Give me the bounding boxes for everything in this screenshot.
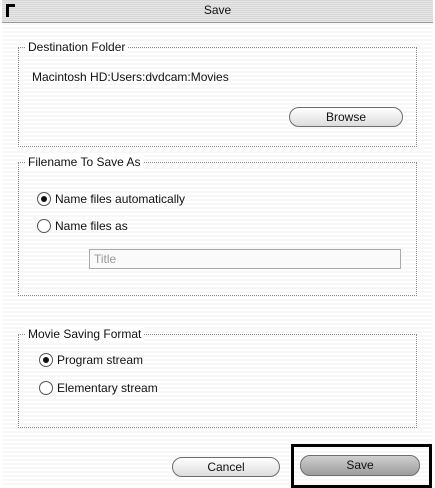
radio-selected-icon[interactable] [37, 192, 51, 206]
title-bar: Save [2, 0, 433, 23]
destination-folder-legend: Destination Folder [25, 40, 129, 54]
filename-group: Filename To Save As Name files automatic… [18, 155, 417, 296]
corner-mark [6, 4, 15, 17]
radio-elementary-stream-label: Elementary stream [57, 381, 158, 395]
save-button[interactable]: Save [300, 455, 420, 476]
destination-folder-group: Destination Folder Macintosh HD:Users:dv… [18, 40, 417, 147]
movie-format-group: Movie Saving Format Program stream Eleme… [18, 327, 417, 428]
filename-legend: Filename To Save As [25, 155, 144, 169]
window-title: Save [203, 3, 232, 17]
radio-selected-icon[interactable] [39, 353, 53, 367]
radio-name-files-as-label: Name files as [55, 219, 128, 233]
filename-title-field[interactable]: Title [89, 249, 401, 269]
radio-unselected-icon[interactable] [37, 219, 51, 233]
radio-elementary-stream[interactable]: Elementary stream [39, 381, 158, 395]
radio-name-automatically-label: Name files automatically [55, 192, 186, 206]
destination-path: Macintosh HD:Users:dvdcam:Movies [32, 70, 229, 84]
radio-program-stream[interactable]: Program stream [39, 353, 143, 367]
browse-button[interactable]: Browse [289, 107, 403, 127]
cancel-button[interactable]: Cancel [172, 457, 280, 477]
radio-name-files-as[interactable]: Name files as [37, 219, 128, 233]
movie-format-legend: Movie Saving Format [25, 327, 145, 341]
save-dialog: Save Destination Folder Macintosh HD:Use… [2, 0, 433, 488]
radio-program-stream-label: Program stream [57, 353, 144, 367]
radio-name-automatically[interactable]: Name files automatically [37, 192, 185, 206]
radio-unselected-icon[interactable] [39, 381, 53, 395]
